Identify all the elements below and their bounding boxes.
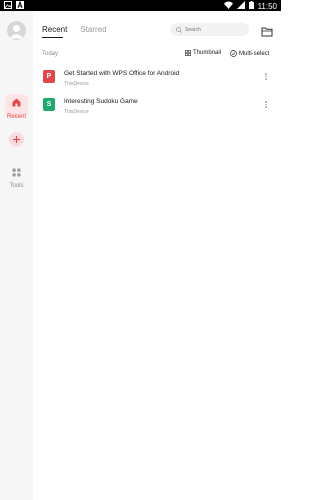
list-item[interactable]: S Interesting Sudoku Game ThisDevice: [33, 95, 281, 123]
rail-item-recent[interactable]: Recent: [0, 94, 33, 120]
rail-tools-label: Tools: [9, 183, 24, 189]
search-bar[interactable]: [170, 23, 249, 36]
file-name: Get Started with WPS Office for Android: [64, 70, 180, 77]
file-location: ThisDevice: [64, 109, 89, 115]
navigation-rail: Recent Tools: [0, 11, 33, 500]
multi-select-label: Multi-select: [239, 50, 270, 57]
file-type-letter: S: [46, 101, 52, 108]
more-options-button[interactable]: [264, 100, 268, 110]
folder-icon: [261, 27, 273, 37]
grid-icon: [12, 168, 21, 177]
rail-item-tools[interactable]: Tools: [0, 164, 33, 189]
file-type-letter: P: [46, 73, 52, 80]
tab-recent[interactable]: Recent: [42, 25, 67, 38]
file-location: ThisDevice: [64, 81, 89, 87]
tab-starred[interactable]: Starred: [80, 25, 106, 34]
status-bar: 11:50: [0, 0, 281, 11]
check-circle-icon: [230, 50, 237, 57]
list-item[interactable]: P Get Started with WPS Office for Androi…: [33, 67, 281, 95]
spreadsheet-icon: S: [43, 98, 55, 111]
file-name: Interesting Sudoku Game: [64, 98, 138, 105]
battery-icon: [248, 1, 254, 11]
more-options-button[interactable]: [264, 72, 268, 82]
status-time: 11:50: [257, 1, 277, 11]
open-folder-button[interactable]: [261, 24, 273, 37]
plus-icon: [13, 136, 20, 143]
signal-icon: [236, 1, 245, 11]
main-content: Recent Starred Today Thumbnail: [33, 11, 281, 500]
section-title: Today: [42, 51, 59, 57]
avatar[interactable]: [7, 21, 26, 40]
rail-recent-label: Recent: [6, 114, 26, 120]
multi-select-button[interactable]: Multi-select: [230, 50, 269, 57]
search-icon: [176, 26, 182, 33]
home-icon: [12, 98, 21, 107]
search-input[interactable]: [185, 26, 245, 33]
gallery-icon: [4, 1, 12, 9]
wifi-icon: [223, 1, 233, 11]
user-icon: [9, 25, 24, 39]
pdf-icon: P: [43, 70, 55, 83]
new-document-button[interactable]: [9, 132, 24, 147]
thumbnail-toggle[interactable]: Thumbnail: [185, 50, 221, 56]
thumbnail-icon: [185, 50, 191, 56]
thumbnail-label: Thumbnail: [193, 50, 222, 56]
tab-bar: Recent Starred: [42, 25, 107, 38]
notification-a-icon: [16, 0, 24, 9]
file-list: P Get Started with WPS Office for Androi…: [33, 67, 281, 123]
section-header: Today Thumbnail Multi-select: [42, 50, 274, 60]
